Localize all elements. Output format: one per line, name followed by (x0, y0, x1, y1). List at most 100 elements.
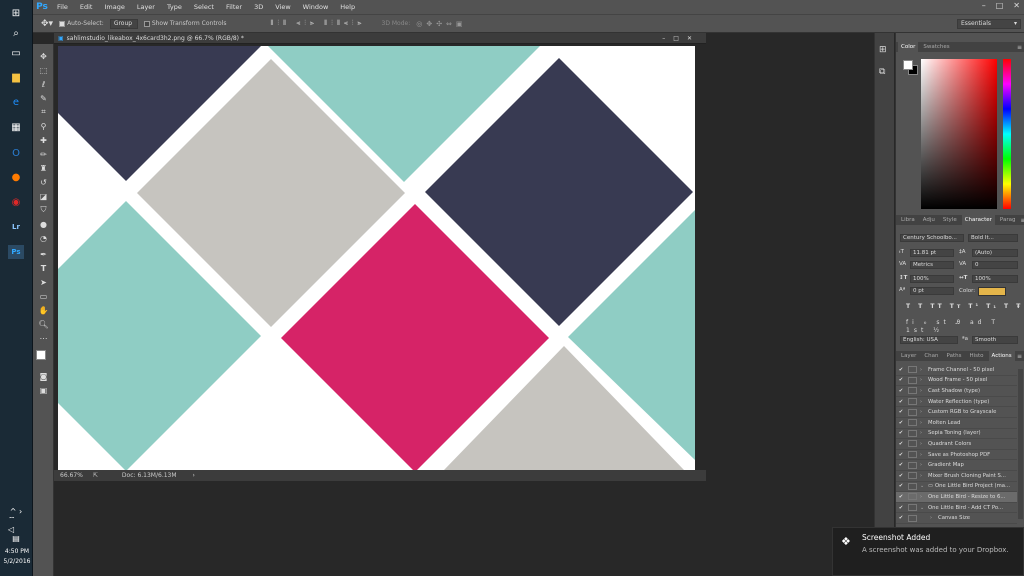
minimize-app-icon[interactable]: – (982, 1, 986, 10)
eyedropper-tool-icon[interactable]: ⚲ (36, 120, 51, 132)
adjustments-panel-icon[interactable]: ⧉ (879, 67, 885, 77)
action-item[interactable]: ✔ › Save as Photoshop PDF (896, 450, 1017, 461)
expand-icon[interactable]: › (920, 494, 928, 500)
horizontal-scale-field[interactable]: 100% (972, 275, 1018, 283)
action-step[interactable]: ✔ › Canvas Size (896, 513, 1017, 524)
menu-help[interactable]: Help (334, 3, 361, 11)
hue-slider[interactable] (1003, 59, 1011, 209)
dialog-toggle[interactable] (908, 419, 917, 427)
rectangle-tool-icon[interactable]: ▭ (36, 290, 51, 302)
move-tool-preset-icon[interactable]: ✥▾ (41, 19, 53, 29)
action-item-selected[interactable]: ✔ › One Little Bird - Resize to 6... (896, 492, 1017, 503)
3d-mode-buttons[interactable]: ◎✥✣⇔▣ (416, 20, 466, 28)
opentype-buttons[interactable]: fi ℴ st Ꭿ ad T 1st ½ (906, 319, 1024, 334)
export-icon[interactable]: ⇱ (93, 472, 98, 479)
tracking-field[interactable]: 0 (972, 261, 1018, 269)
expand-icon[interactable]: › (920, 452, 928, 458)
action-item[interactable]: ✔ › Gradient Map (896, 460, 1017, 471)
panel-menu-icon[interactable]: ≡ (1017, 353, 1024, 360)
search-icon[interactable]: ⌕ (8, 26, 24, 40)
dialog-toggle[interactable] (908, 472, 917, 480)
foreground-color-swatch[interactable] (36, 350, 46, 360)
firefox-icon[interactable]: ● (8, 170, 24, 184)
font-size-field[interactable]: 11.81 pt (910, 249, 954, 257)
tab-adjustments[interactable]: Adju (920, 215, 938, 225)
eraser-tool-icon[interactable]: ◪ (36, 190, 51, 202)
expand-icon[interactable]: › (920, 399, 928, 405)
photoshop-taskbar-icon[interactable]: Ps (8, 245, 24, 259)
history-brush-tool-icon[interactable]: ↺ (36, 176, 51, 188)
pen-tool-icon[interactable]: ✒ (36, 248, 51, 260)
menu-view[interactable]: View (269, 3, 296, 11)
baseline-shift-field[interactable]: 0 pt (910, 287, 954, 295)
marquee-tool-icon[interactable]: ⬚ (36, 64, 51, 76)
faux-style-buttons[interactable]: T T TT Tт T¹ T₁ T Ŧ (906, 303, 1023, 310)
anti-alias-dropdown[interactable]: Smooth (972, 336, 1018, 344)
clock-date[interactable]: 5/2/2016 (1, 558, 33, 565)
auto-select-checkbox[interactable]: Auto-Select: (59, 20, 104, 27)
action-item[interactable]: ✔ › Cast Shadow (type) (896, 386, 1017, 397)
lasso-tool-icon[interactable]: ℓ (36, 78, 51, 90)
clock-time[interactable]: 4:50 PM (1, 548, 33, 555)
dialog-toggle[interactable] (908, 429, 917, 437)
text-color-swatch[interactable] (978, 287, 1006, 296)
panel-menu-icon[interactable]: ≡ (1017, 44, 1024, 51)
tab-actions[interactable]: Actions (988, 351, 1015, 361)
notification-icon[interactable]: ▤ (8, 531, 24, 545)
tab-paragraph[interactable]: Parag (997, 215, 1019, 225)
dialog-toggle[interactable] (908, 398, 917, 406)
menu-filter[interactable]: Filter (220, 3, 248, 11)
blur-tool-icon[interactable]: ● (36, 218, 51, 230)
action-item[interactable]: ✔ › Mixer Brush Cloning Paint S... (896, 471, 1017, 482)
dialog-toggle[interactable] (908, 387, 917, 395)
edge-browser-icon[interactable]: e (8, 95, 24, 109)
workspace-dropdown[interactable]: Essentials ▾ (957, 18, 1021, 29)
zoom-level[interactable]: 66.67% (60, 472, 83, 479)
tab-channels[interactable]: Chan (921, 351, 941, 361)
dialog-toggle[interactable] (908, 376, 917, 384)
quick-select-tool-icon[interactable]: ✎ (36, 92, 51, 104)
hand-tool-icon[interactable]: ✋ (36, 304, 51, 316)
quick-mask-icon[interactable]: ◙ (36, 370, 51, 382)
dropbox-notification[interactable]: ❖ Screenshot Added A screenshot was adde… (832, 527, 1024, 576)
color-field[interactable] (921, 59, 997, 209)
menu-3d[interactable]: 3D (248, 3, 269, 11)
move-tool-icon[interactable]: ✥ (36, 50, 51, 62)
action-item[interactable]: ✔ › Molten Lead (896, 418, 1017, 429)
photo-app-icon[interactable]: ◉ (8, 195, 24, 209)
status-arrow-icon[interactable]: › (193, 472, 195, 479)
crop-tool-icon[interactable]: ⌗ (36, 106, 51, 118)
leading-field[interactable]: (Auto) (972, 249, 1018, 257)
document-tab[interactable]: ▣ sahlimstudio_likeabox_4x6card3h2.png @… (54, 33, 706, 44)
menu-layer[interactable]: Layer (131, 3, 161, 11)
menu-image[interactable]: Image (98, 3, 130, 11)
align-buttons-group[interactable]: ⫴⫶⫴ ⫷⫶⫸ ⫴⫶⫴⫷⫶⫸ (270, 19, 365, 28)
network-icon[interactable]: ⌔ ◁ (8, 515, 24, 534)
dodge-tool-icon[interactable]: ◔ (36, 232, 51, 244)
dialog-toggle[interactable] (908, 408, 917, 416)
actions-scrollbar[interactable] (1018, 369, 1023, 519)
action-item[interactable]: ✔ › Frame Channel - 50 pixel (896, 365, 1017, 376)
language-dropdown[interactable]: English: USA (900, 336, 958, 344)
tab-history[interactable]: Histo (966, 351, 986, 361)
type-tool-icon[interactable]: T (36, 262, 51, 274)
expand-icon[interactable]: › (920, 462, 928, 468)
lightroom-icon[interactable]: Lr (8, 220, 24, 234)
expand-icon[interactable]: › (920, 473, 928, 479)
action-item[interactable]: ✔ › Wood Frame - 50 pixel (896, 376, 1017, 387)
tab-layers[interactable]: Layer (898, 351, 919, 361)
paint-bucket-tool-icon[interactable]: ⛉ (36, 204, 51, 216)
dialog-toggle[interactable] (908, 440, 917, 448)
expand-icon[interactable]: › (930, 515, 938, 521)
expand-icon[interactable]: › (920, 388, 928, 394)
file-explorer-icon[interactable]: ▆ (8, 70, 24, 84)
zoom-tool-icon[interactable]: 🔍︎ (36, 318, 51, 330)
brush-tool-icon[interactable]: ✏ (36, 148, 51, 160)
auto-select-target-dropdown[interactable]: Group (109, 18, 138, 29)
menu-edit[interactable]: Edit (74, 3, 99, 11)
action-item[interactable]: ✔ › Sepia Toning (layer) (896, 429, 1017, 440)
document-window-controls[interactable]: –□✕ (662, 35, 700, 42)
panel-menu-icon[interactable]: ≡ (1020, 217, 1024, 224)
dialog-toggle[interactable] (908, 514, 917, 522)
doc-size-info[interactable]: Doc: 6.13M/6.13M (122, 472, 177, 479)
